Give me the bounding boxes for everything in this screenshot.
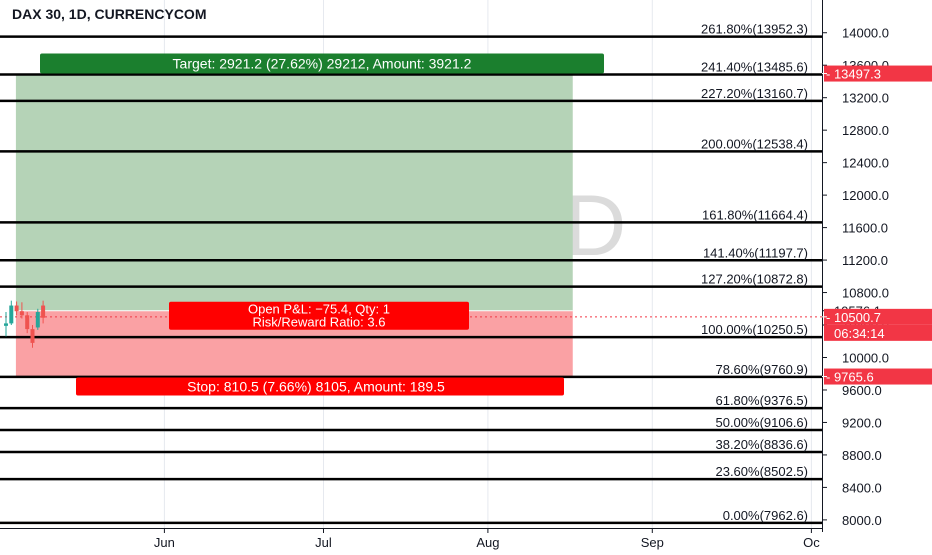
stop-label-text: Stop: 810.5 (7.66%) 8105, Amount: 189.5 <box>187 379 445 395</box>
price-axis-bg <box>822 0 932 550</box>
date-tick-label: Jun <box>154 535 175 550</box>
fib-level-label: 241.40%(13485.6) <box>701 59 808 74</box>
price-tick-label: 9200.0 <box>842 415 882 430</box>
price-tick-label: 12800.0 <box>842 123 889 138</box>
trading-chart[interactable]: DE30, 1DDAX 30 261.80%(13952.3)241.40%(1… <box>0 0 932 550</box>
target-zone[interactable] <box>15 73 573 311</box>
chart-svg: DE30, 1DDAX 30 261.80%(13952.3)241.40%(1… <box>0 0 932 550</box>
price-tick-label: 8000.0 <box>842 513 882 528</box>
rr-label-text: Risk/Reward Ratio: 3.6 <box>253 315 386 330</box>
fib-level-label: 38.20%(8836.6) <box>715 437 808 452</box>
date-tick-label: Aug <box>476 535 499 550</box>
fib-level-label: 78.60%(9760.9) <box>715 362 808 377</box>
fib-level-label: 127.20%(10872.8) <box>701 272 808 287</box>
price-tick-label: 11600.0 <box>842 221 888 236</box>
price-tick-label: 10800.0 <box>842 286 889 301</box>
date-tick-label: Oc <box>803 535 820 550</box>
price-tick-label: 12000.0 <box>842 188 889 203</box>
price-tick-label: 8800.0 <box>842 448 882 463</box>
fib-level-label: 0.00%(7962.6) <box>723 508 808 523</box>
time-axis[interactable]: Jun Jul Aug Sep Oc <box>0 528 822 550</box>
candle-body <box>4 323 8 326</box>
fib-level-label: 200.00%(12538.4) <box>701 136 808 151</box>
price-tick-label: 14000.0 <box>842 26 889 41</box>
fib-level-label: 161.80%(11664.4) <box>702 207 808 222</box>
target-label-text: Target: 2921.2 (27.62%) 29212, Amount: 3… <box>173 56 472 72</box>
price-badge-text: - 10500.7 <box>826 310 881 325</box>
price-badge-text: - 9765.6 <box>826 370 874 385</box>
candle-body <box>9 305 14 324</box>
price-axis[interactable]: 8000.08400.08800.09200.09600.010000.0104… <box>822 0 932 550</box>
symbol-header: DAX 30, 1D, CURRENCYCOM <box>12 6 206 22</box>
long-position-tool[interactable] <box>0 73 822 377</box>
fib-level-label: 227.20%(13160.7) <box>701 86 808 101</box>
date-tick-label: Jul <box>315 535 332 550</box>
price-badge-text: - 13497.3 <box>826 67 881 82</box>
candle-body <box>30 329 35 343</box>
price-tick-label: 13200.0 <box>842 91 889 106</box>
fib-level-label: 261.80%(13952.3) <box>701 22 808 37</box>
fib-level-label: 61.80%(9376.5) <box>715 393 808 408</box>
price-tick-label: 12400.0 <box>842 156 889 171</box>
fib-level-label: 50.00%(9106.6) <box>715 415 808 430</box>
price-tick-label: 10000.0 <box>842 350 889 365</box>
fib-level-label: 141.40%(11197.7) <box>703 245 808 260</box>
fib-level-label: 23.60%(8502.5) <box>715 464 808 479</box>
candle-body <box>35 312 40 328</box>
date-tick-label: Sep <box>641 535 664 550</box>
candle-body <box>25 315 30 330</box>
time-axis-bg <box>0 528 822 550</box>
price-tick-label: 11200.0 <box>842 253 888 268</box>
price-tick-label: 9600.0 <box>842 383 882 398</box>
price-tick-label: 8400.0 <box>842 480 882 495</box>
countdown-text: 06:34:14 <box>834 326 885 341</box>
candle-body <box>19 311 24 316</box>
candle-body <box>14 305 19 312</box>
candle-body <box>41 305 46 318</box>
fib-level-label: 100.00%(10250.5) <box>701 322 808 337</box>
